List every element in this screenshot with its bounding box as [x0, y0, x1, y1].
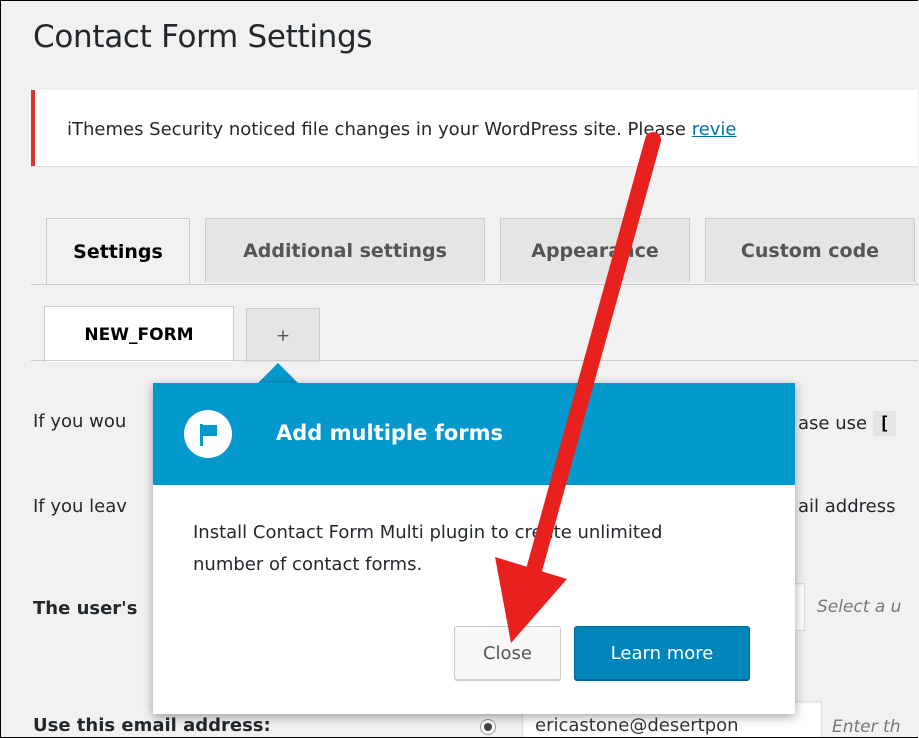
tab-settings[interactable]: Settings	[46, 218, 190, 284]
notice-review-link[interactable]: revie	[692, 119, 737, 140]
info-line-1-end: ase use	[798, 413, 868, 434]
info-line-1-start: If you wou	[33, 411, 127, 432]
screenshot-frame: Contact Form Settings iThemes Security n…	[0, 0, 918, 738]
add-forms-pointer: Add multiple forms Install Contact Form …	[153, 383, 795, 714]
learn-more-button[interactable]: Learn more	[574, 626, 750, 680]
shortcode-chip: [	[872, 411, 896, 436]
email-radio[interactable]	[480, 719, 496, 735]
add-form-tab[interactable]: +	[246, 308, 320, 362]
user-hint: Select a u	[817, 597, 902, 617]
pointer-body: Install Contact Form Multi plugin to cre…	[193, 522, 663, 575]
close-button[interactable]: Close	[454, 626, 561, 680]
email-label: Use this email address:	[33, 715, 271, 736]
tab-appearance[interactable]: Appearance	[500, 218, 690, 282]
pointer-header: Add multiple forms	[153, 383, 795, 485]
info-line-2-end: ail address	[798, 496, 896, 517]
email-hint: Enter th	[832, 717, 901, 737]
tabs-divider	[31, 284, 918, 285]
tab-additional-settings[interactable]: Additional settings	[205, 218, 485, 282]
info-line-2-start: If you leav	[33, 496, 127, 517]
tab-custom-code[interactable]: Custom code	[705, 218, 915, 282]
user-label: The user's	[33, 598, 138, 619]
pointer-arrow	[257, 363, 299, 384]
subtabs-divider	[31, 360, 918, 361]
subtab-new-form[interactable]: NEW_FORM	[44, 306, 234, 362]
email-value: ericastone@desertpon	[535, 715, 739, 736]
pointer-title: Add multiple forms	[276, 421, 503, 445]
notice-text: iThemes Security noticed file changes in…	[67, 119, 692, 140]
flag-icon	[184, 410, 232, 458]
security-notice: iThemes Security noticed file changes in…	[31, 90, 918, 166]
page-title: Contact Form Settings	[33, 19, 373, 55]
